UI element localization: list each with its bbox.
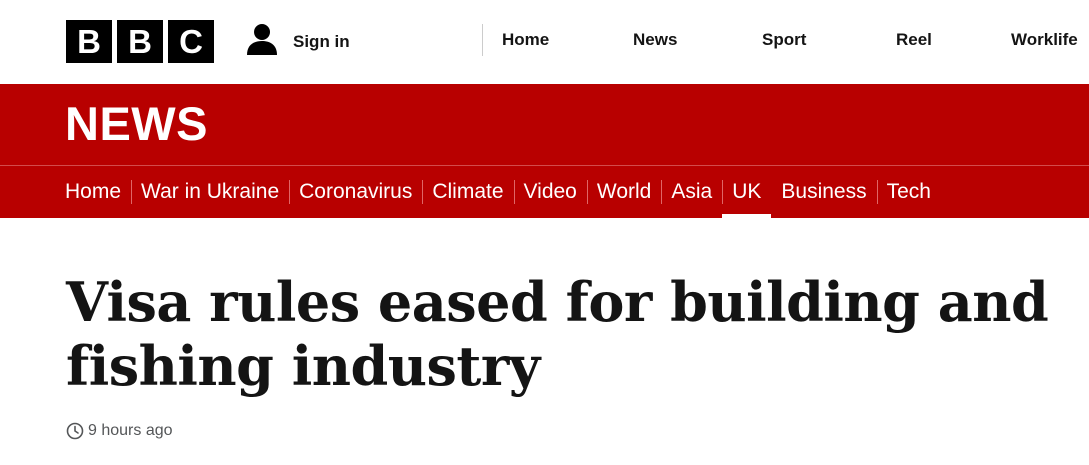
published-time: 9 hours ago [88, 422, 173, 439]
news-masthead: NEWS [0, 84, 1089, 165]
section-nav-video[interactable]: Video [513, 166, 587, 218]
user-icon [245, 22, 279, 61]
global-header: B B C Sign in Home News Sport Reel Workl… [0, 0, 1089, 84]
clock-icon [66, 422, 84, 440]
section-nav-tech[interactable]: Tech [876, 166, 941, 218]
global-nav: Home News Sport Reel Worklife [482, 24, 1078, 56]
logo-letter: B [117, 20, 163, 63]
bbc-logo[interactable]: B B C [66, 20, 214, 63]
global-nav-news[interactable]: News [633, 30, 677, 50]
section-nav-coronavirus[interactable]: Coronavirus [289, 166, 422, 218]
logo-letter: B [66, 20, 112, 63]
logo-letter: C [168, 20, 214, 63]
section-nav-climate[interactable]: Climate [422, 166, 513, 218]
section-nav-war-in-ukraine[interactable]: War in Ukraine [131, 166, 289, 218]
global-nav-worklife[interactable]: Worklife [1011, 30, 1078, 50]
global-nav-home[interactable]: Home [502, 30, 549, 50]
global-nav-reel[interactable]: Reel [896, 30, 932, 50]
sign-in-label: Sign in [293, 31, 350, 51]
section-nav-asia[interactable]: Asia [661, 166, 722, 218]
global-nav-sport[interactable]: Sport [762, 30, 806, 50]
section-nav-home[interactable]: Home [65, 166, 131, 218]
article-timestamp: 9 hours ago [66, 422, 173, 440]
section-nav-uk[interactable]: UK [722, 166, 772, 219]
section-nav-world[interactable]: World [586, 166, 661, 218]
section-nav-business[interactable]: Business [771, 166, 876, 218]
sign-in-link[interactable]: Sign in [245, 22, 350, 61]
article-headline: Visa rules eased for building and fishin… [66, 270, 1049, 398]
news-title[interactable]: NEWS [65, 98, 208, 150]
section-nav: Home War in Ukraine Coronavirus Climate … [0, 165, 1089, 219]
